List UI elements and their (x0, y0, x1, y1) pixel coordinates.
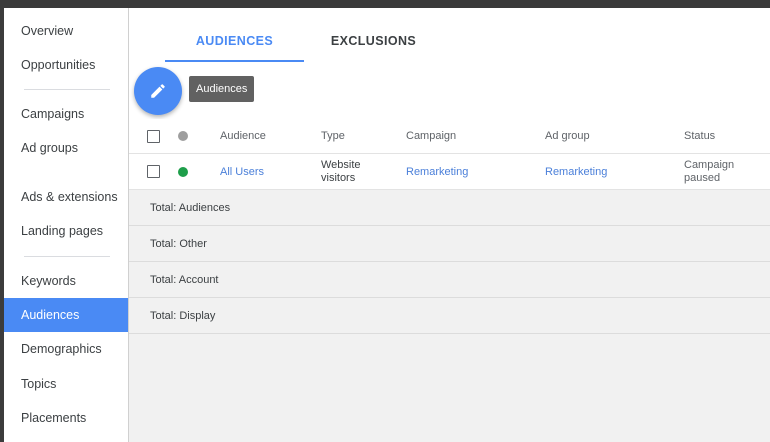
row-checkbox-cell (147, 154, 160, 189)
sidebar-item-campaigns[interactable]: Campaigns (4, 97, 128, 131)
pencil-icon (151, 84, 165, 98)
total-label: Total: Other (150, 237, 207, 250)
sidebar-item-landing-pages[interactable]: Landing pages (4, 214, 128, 248)
type-line-2: visitors (321, 171, 356, 184)
tab-audiences[interactable]: AUDIENCES (165, 8, 304, 62)
ad-group-link[interactable]: Remarketing (545, 154, 607, 189)
table-row: All Users Website visitors Remarketing R… (129, 154, 770, 190)
sidebar-item-demographics[interactable]: Demographics (4, 332, 128, 366)
total-row-account: Total: Account (129, 262, 770, 298)
status-line-1: Campaign (684, 158, 735, 171)
sidebar-item-audiences[interactable]: Audiences (4, 298, 128, 332)
sidebar-item-opportunities[interactable]: Opportunities (4, 48, 128, 82)
total-label: Total: Display (150, 309, 216, 322)
total-row-audiences: Total: Audiences (129, 190, 770, 226)
status-header-cell (178, 119, 188, 153)
total-label: Total: Account (150, 273, 219, 286)
tab-bar: AUDIENCES EXCLUSIONS (129, 8, 770, 64)
sidebar-item-overview[interactable]: Overview (4, 14, 128, 48)
sidebar-item-ads-extensions[interactable]: Ads & extensions (4, 180, 128, 214)
column-header-type[interactable]: Type (321, 119, 345, 153)
sidebar-item-keywords[interactable]: Keywords (4, 264, 128, 298)
campaign-link[interactable]: Remarketing (406, 154, 468, 189)
type-cell: Website visitors (321, 154, 361, 189)
sidebar-nav: Overview Opportunities Campaigns Ad grou… (4, 8, 128, 442)
sidebar-item-topics[interactable]: Topics (4, 367, 128, 401)
edit-fab-button[interactable] (134, 67, 182, 115)
total-row-display: Total: Display (129, 298, 770, 334)
audiences-table: Audience Type Campaign Ad group Status A… (129, 119, 770, 334)
status-dot-icon[interactable] (178, 131, 188, 141)
type-line-1: Website (321, 158, 361, 171)
select-all-checkbox[interactable] (147, 129, 160, 143)
select-all-checkbox-cell (147, 119, 160, 153)
status-cell: Campaign paused (684, 154, 734, 189)
fab-tooltip: Audiences (189, 76, 255, 102)
total-row-other: Total: Other (129, 226, 770, 262)
audience-link[interactable]: All Users (220, 154, 264, 189)
column-header-campaign[interactable]: Campaign (406, 119, 456, 153)
total-label: Total: Audiences (150, 201, 231, 214)
column-header-status[interactable]: Status (684, 119, 715, 153)
status-line-2: paused (684, 171, 721, 184)
column-header-audience[interactable]: Audience (220, 119, 266, 153)
row-checkbox[interactable] (147, 165, 160, 178)
main-panel: AUDIENCES EXCLUSIONS Audiences Audience … (128, 8, 770, 442)
top-bar (0, 0, 770, 8)
toolbar: Audiences (129, 63, 770, 119)
sidebar-divider (24, 89, 110, 90)
sidebar-divider (24, 256, 110, 257)
table-header-row: Audience Type Campaign Ad group Status (129, 119, 770, 154)
sidebar-item-placements[interactable]: Placements (4, 401, 128, 435)
column-header-ad-group[interactable]: Ad group (545, 119, 590, 153)
tab-exclusions[interactable]: EXCLUSIONS (304, 8, 443, 62)
row-status-cell (178, 154, 188, 189)
enabled-dot-icon[interactable] (178, 166, 188, 177)
sidebar-item-ad-groups[interactable]: Ad groups (4, 131, 128, 165)
